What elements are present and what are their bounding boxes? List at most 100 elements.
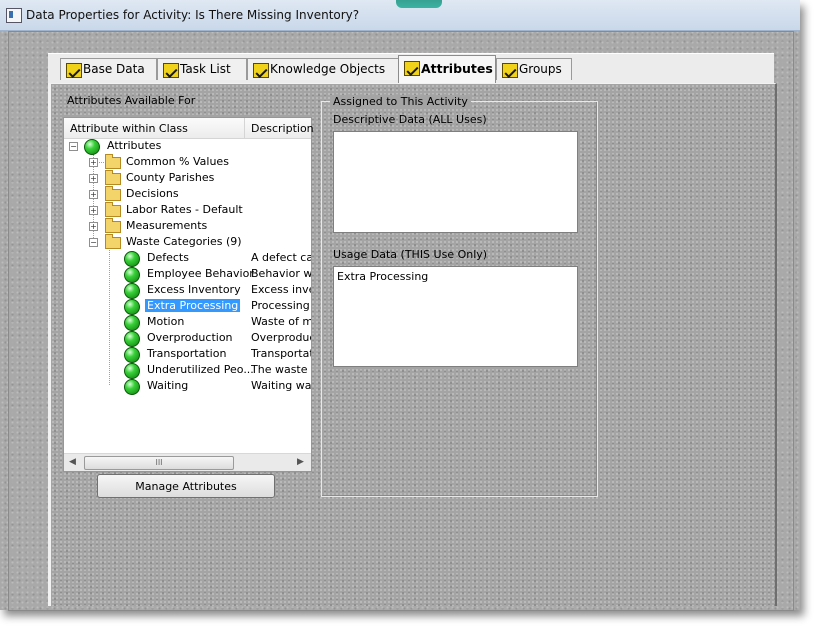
attribute-description: Behavior wa — [251, 267, 311, 280]
attribute-ball-icon — [84, 139, 100, 155]
attribute-description: Excess inve — [251, 283, 311, 296]
expand-icon[interactable]: + — [89, 158, 98, 167]
attribute-ball-icon — [124, 315, 140, 331]
scroll-thumb[interactable]: III — [84, 456, 234, 470]
attribute-ball-icon — [124, 299, 140, 315]
folder-icon — [105, 170, 121, 185]
column-header-attribute[interactable]: Attribute within Class — [70, 122, 188, 135]
scroll-right-icon[interactable]: ▶ — [297, 457, 304, 467]
groupbox-title: Assigned to This Activity — [330, 95, 471, 108]
column-divider[interactable] — [244, 118, 245, 138]
scroll-left-icon[interactable]: ◀ — [69, 457, 76, 467]
tree-folder-label: Waste Categories (9) — [126, 235, 242, 248]
tab-attributes[interactable]: Attributes — [398, 55, 496, 83]
tree-folder[interactable]: + Measurements — [64, 218, 311, 234]
attribute-row[interactable]: Overproduction Overproduct — [64, 330, 311, 347]
checklist-icon — [404, 61, 420, 76]
attribute-description: Processing . — [251, 299, 311, 312]
folder-icon — [105, 186, 121, 201]
tree-folder[interactable]: + Decisions — [64, 186, 311, 202]
tab-base-data[interactable]: Base Data — [60, 58, 157, 80]
attribute-ball-icon — [124, 379, 140, 395]
tree-folder-label: Decisions — [126, 187, 179, 200]
tree-node-label: Attributes — [107, 139, 162, 152]
attribute-name: Defects — [147, 251, 189, 264]
checklist-icon — [502, 63, 518, 78]
tree-folder-label: Labor Rates - Default — [126, 203, 243, 216]
tree-folder[interactable]: + County Parishes — [64, 170, 311, 186]
usage-data-field[interactable]: Extra Processing — [333, 266, 578, 367]
tree-folder[interactable]: + Common % Values — [64, 154, 311, 170]
descriptive-data-label: Descriptive Data (ALL Uses) — [333, 113, 487, 126]
window-title: Data Properties for Activity: Is There M… — [26, 8, 360, 22]
attribute-ball-icon — [124, 331, 140, 347]
manage-attributes-button[interactable]: Manage Attributes — [97, 474, 275, 498]
column-header-description[interactable]: Description — [251, 122, 314, 135]
app-icon[interactable] — [6, 8, 22, 23]
usage-data-label: Usage Data (THIS Use Only) — [333, 248, 488, 261]
checklist-icon — [163, 63, 179, 78]
attribute-ball-icon — [124, 267, 140, 283]
attribute-description: Waiting was — [251, 379, 311, 392]
attribute-description: Overproduct — [251, 331, 311, 344]
tab-knowledge-objects[interactable]: Knowledge Objects — [247, 58, 399, 80]
attribute-name: Underutilized Peo... — [147, 363, 254, 376]
attribute-description: A defect ca. — [251, 251, 311, 264]
attribute-ball-icon — [124, 283, 140, 299]
attribute-description: The waste o — [251, 363, 311, 376]
tree-rows: − Attributes + Common % Values + County … — [64, 138, 311, 452]
attribute-name: Overproduction — [147, 331, 233, 344]
expand-icon[interactable]: + — [89, 190, 98, 199]
attribute-description: Waste of mo — [251, 315, 311, 328]
tab-label: Task List — [180, 62, 231, 76]
attribute-name: Employee Behavior — [147, 267, 254, 280]
attribute-name: Waiting — [147, 379, 189, 392]
checklist-icon — [253, 63, 269, 78]
attribute-row[interactable]: Defects A defect ca. — [64, 250, 311, 267]
collapse-icon[interactable]: − — [89, 238, 98, 247]
checklist-icon — [66, 63, 82, 78]
attribute-name: Motion — [147, 315, 185, 328]
tab-label: Attributes — [421, 61, 493, 76]
expand-icon[interactable]: + — [89, 174, 98, 183]
tab-groups[interactable]: Groups — [496, 58, 572, 80]
tree-folder-expanded[interactable]: − Waste Categories (9) — [64, 234, 311, 250]
folder-icon — [105, 202, 121, 217]
folder-icon — [105, 218, 121, 233]
expand-icon[interactable]: + — [89, 222, 98, 231]
attribute-row[interactable]: Waiting Waiting was — [64, 378, 311, 395]
attribute-name: Extra Processing — [143, 298, 242, 313]
attribute-row[interactable]: Motion Waste of mo — [64, 314, 311, 331]
attribute-row[interactable]: Transportation Transportati. — [64, 346, 311, 363]
attribute-ball-icon — [124, 347, 140, 363]
attribute-ball-icon — [124, 363, 140, 379]
horizontal-scrollbar[interactable]: ◀ III ▶ — [64, 453, 311, 471]
tree-folder-label: County Parishes — [126, 171, 215, 184]
attributes-available-label: Attributes Available For — [67, 94, 196, 107]
attribute-row[interactable]: Underutilized Peo... The waste o — [64, 362, 311, 379]
tab-task-list[interactable]: Task List — [157, 58, 247, 80]
tree-folder-label: Common % Values — [126, 155, 229, 168]
tab-label: Base Data — [83, 62, 145, 76]
attribute-row[interactable]: Employee Behavior Behavior wa — [64, 266, 311, 283]
tree-folder-label: Measurements — [126, 219, 208, 232]
tab-label: Groups — [519, 62, 562, 76]
folder-icon — [105, 154, 121, 169]
attribute-row-selected[interactable]: Extra Processing Processing . — [64, 298, 311, 315]
attribute-ball-icon — [124, 251, 140, 267]
tree-node-root[interactable]: − Attributes — [64, 138, 311, 155]
descriptive-data-field[interactable] — [333, 131, 578, 233]
tree-folder[interactable]: + Labor Rates - Default — [64, 202, 311, 218]
tree-header: Attribute within Class Description — [64, 118, 314, 139]
titlebar-decoration — [396, 0, 442, 8]
attribute-row[interactable]: Excess Inventory Excess inve — [64, 282, 311, 299]
attribute-tree[interactable]: Attribute within Class Description − Att… — [63, 117, 314, 472]
expand-icon[interactable]: + — [89, 206, 98, 215]
collapse-icon[interactable]: − — [69, 142, 78, 151]
tab-label: Knowledge Objects — [270, 62, 386, 76]
attribute-name: Excess Inventory — [147, 283, 241, 296]
attribute-description: Transportati. — [251, 347, 311, 360]
attribute-name: Transportation — [147, 347, 227, 360]
folder-icon — [105, 234, 121, 249]
title-bar[interactable]: Data Properties for Activity: Is There M… — [0, 0, 800, 31]
